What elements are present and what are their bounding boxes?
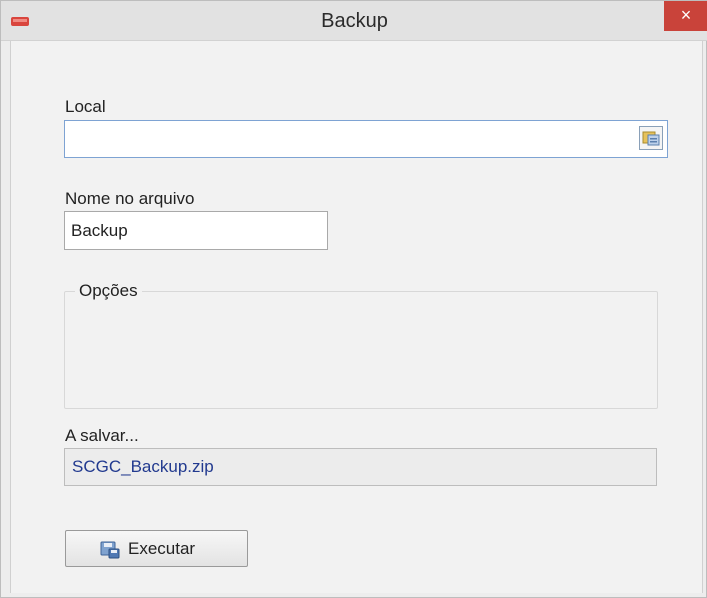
execute-button[interactable]: Executar [65, 530, 248, 567]
close-icon: × [680, 5, 692, 25]
title-bar[interactable]: Backup × [1, 1, 707, 41]
folder-browse-icon [642, 131, 660, 146]
execute-label: Executar [128, 539, 196, 558]
backup-dialog: Backup × Local Nome no arquivo Backup Op… [0, 0, 707, 598]
filename-label: Nome no arquivo [65, 189, 195, 208]
local-label: Local [65, 97, 106, 116]
browse-button[interactable] [639, 126, 663, 150]
output-filename-value: SCGC_Backup.zip [72, 457, 214, 476]
output-filename-field: SCGC_Backup.zip [64, 448, 657, 486]
save-disk-icon [100, 541, 120, 559]
local-path-input[interactable] [64, 120, 668, 158]
options-groupbox: Opções [64, 281, 658, 409]
window-title: Backup [321, 10, 388, 32]
output-label: A salvar... [65, 426, 139, 445]
options-label: Opções [75, 281, 142, 301]
filename-input[interactable]: Backup [64, 211, 328, 250]
close-button[interactable]: × [664, 1, 707, 31]
filename-value: Backup [71, 221, 128, 240]
